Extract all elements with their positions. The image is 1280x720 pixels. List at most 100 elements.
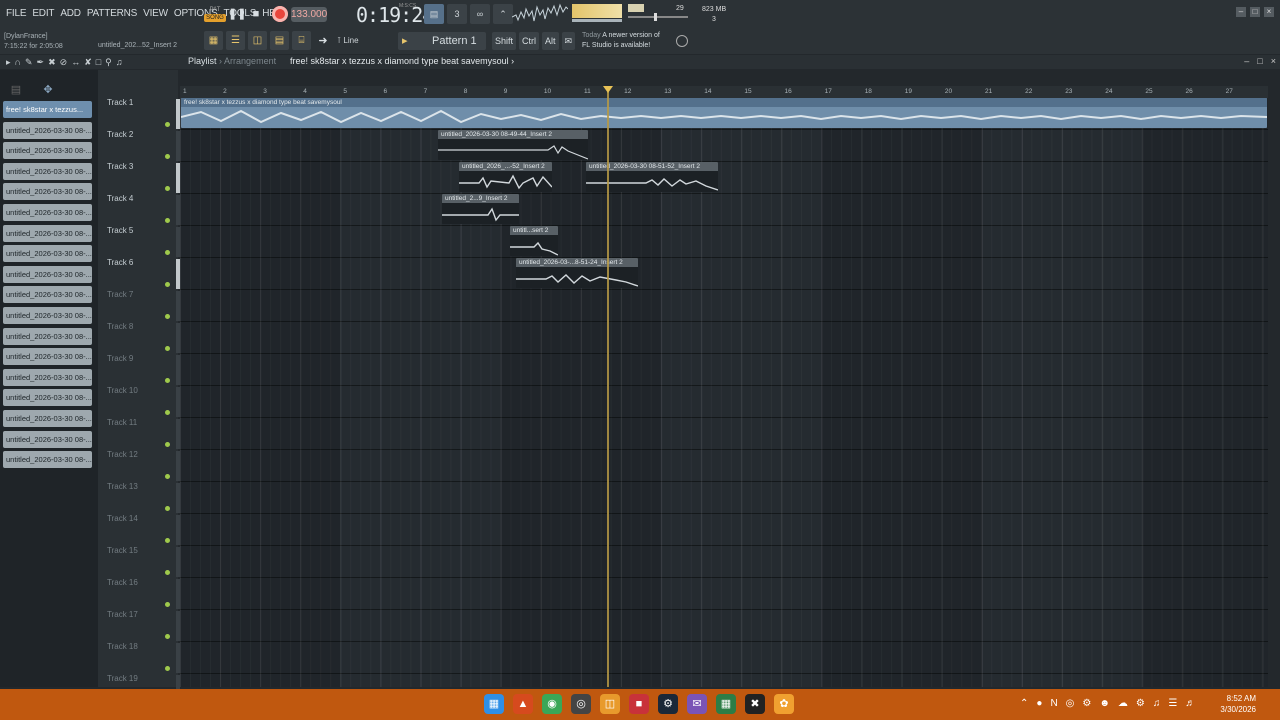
track-name[interactable]: Track 17 — [107, 610, 138, 642]
menu-view[interactable]: VIEW — [143, 8, 168, 19]
track-enable-led[interactable] — [165, 122, 170, 127]
playlist-close-icon[interactable]: × — [1271, 56, 1276, 66]
select-icon[interactable]: □ — [96, 57, 105, 67]
arrow-right-icon[interactable]: ➜ — [315, 33, 331, 49]
tray-app-icon[interactable]: ● — [1036, 698, 1042, 709]
discord-icon[interactable]: ☻ — [1099, 698, 1110, 709]
track-name[interactable]: Track 1 — [107, 98, 133, 130]
picker-clip[interactable]: free! sk8star x tezzus... — [3, 101, 92, 118]
mute-icon[interactable]: ⊘ — [60, 57, 72, 67]
tray-expand-icon[interactable]: ⌃ — [1020, 698, 1028, 709]
brave-icon[interactable]: ▲ — [513, 694, 533, 714]
piano-roll-icon[interactable]: ◫ — [248, 31, 267, 50]
menu-edit[interactable]: EDIT — [32, 8, 54, 19]
wifi-icon[interactable]: ☰ — [1168, 698, 1177, 709]
track-enable-led[interactable] — [165, 378, 170, 383]
chrome-icon[interactable]: ◉ — [542, 694, 562, 714]
mic-icon[interactable]: ♫ — [1153, 698, 1161, 709]
audio-clip[interactable]: untitled_2026_...-52_Insert 2 — [459, 162, 552, 192]
picker-clip[interactable]: untitled_2026-03-30 08-... — [3, 348, 92, 366]
step-edit-icon[interactable]: 3 — [447, 4, 467, 24]
news-icon[interactable]: ✉ — [561, 32, 576, 50]
track-name[interactable]: Track 2 — [107, 130, 133, 162]
blend-icon[interactable]: ⌃ — [493, 4, 513, 24]
track-enable-led[interactable] — [165, 282, 170, 287]
picker-clip[interactable]: untitled_2026-03-30 08-... — [3, 389, 92, 407]
maximize-icon[interactable]: □ — [1250, 7, 1260, 17]
playlist-icon[interactable]: ☰ — [226, 31, 245, 50]
picker-clip[interactable]: untitled_2026-03-30 08-... — [3, 142, 92, 160]
magnet-icon[interactable]: ∩ — [15, 57, 25, 67]
picker-clip[interactable]: untitled_2026-03-30 08-... — [3, 306, 92, 324]
track-enable-led[interactable] — [165, 250, 170, 255]
tray-obs-icon[interactable]: ◎ — [1066, 698, 1075, 709]
record-button[interactable] — [272, 6, 288, 22]
track-enable-led[interactable] — [165, 634, 170, 639]
tray-cloud-icon[interactable]: ☁ — [1118, 698, 1128, 709]
play-icon[interactable]: ▸ — [6, 57, 15, 67]
menu-patterns[interactable]: PATTERNS — [87, 8, 137, 19]
slip-icon[interactable]: ↔ — [71, 57, 84, 67]
playlist-song-name[interactable]: free! sk8star x tezzus x diamond type be… — [290, 56, 514, 66]
pat-song-toggle[interactable]: PAT SONG — [204, 6, 226, 24]
online-icon[interactable] — [676, 35, 688, 47]
picker-clip[interactable]: untitled_2026-03-30 08-... — [3, 409, 92, 427]
loop-record-icon[interactable]: ∞ — [470, 4, 490, 24]
channel-rack-icon[interactable]: ▦ — [204, 31, 223, 50]
snap-selector[interactable]: ⊺ Line — [337, 36, 359, 45]
arrangement-grid[interactable] — [180, 98, 1268, 687]
minimize-icon[interactable]: – — [1236, 7, 1246, 17]
metronome-icon[interactable]: ▤ — [424, 4, 444, 24]
track-name[interactable]: Track 10 — [107, 386, 138, 418]
track-name[interactable]: Track 15 — [107, 546, 138, 578]
move-icon[interactable]: ✥ — [40, 82, 56, 98]
obs-icon[interactable]: ◎ — [571, 694, 591, 714]
track-enable-led[interactable] — [165, 346, 170, 351]
paint-icon[interactable]: ✒ — [37, 57, 49, 67]
mail-icon[interactable]: ✉ — [687, 694, 707, 714]
master-volume[interactable] — [572, 19, 622, 22]
picker-clip[interactable]: untitled_2026-03-30 08-... — [3, 451, 92, 469]
picker-clip[interactable]: untitled_2026-03-30 08-... — [3, 430, 92, 448]
audio-clip[interactable]: untitled_2026-03-30 08-51-52_Insert 2 — [586, 162, 718, 192]
track-enable-led[interactable] — [165, 570, 170, 575]
volume-icon[interactable]: ♬ — [1185, 698, 1195, 709]
track-enable-led[interactable] — [165, 410, 170, 415]
audio-clip[interactable]: untitled_2...9_Insert 2 — [442, 194, 519, 224]
picker-clip[interactable]: untitled_2026-03-30 08-... — [3, 245, 92, 263]
app-icon[interactable]: ■ — [629, 694, 649, 714]
track-name[interactable]: Track 18 — [107, 642, 138, 674]
picker-clip[interactable]: untitled_2026-03-30 08-... — [3, 183, 92, 201]
tray-gear-icon[interactable]: ⚙ — [1136, 698, 1145, 709]
track-enable-led[interactable] — [165, 314, 170, 319]
picker-clip[interactable]: untitled_2026-03-30 08-... — [3, 162, 92, 180]
picker-clip[interactable]: untitled_2026-03-30 08-... — [3, 203, 92, 221]
mixer-icon[interactable]: ⌸ — [292, 31, 311, 50]
picker-clip[interactable]: untitled_2026-03-30 08-... — [3, 224, 92, 242]
picker-clip[interactable]: untitled_2026-03-30 08-... — [3, 265, 92, 283]
track-enable-led[interactable] — [165, 538, 170, 543]
playlist-minimize-icon[interactable]: – — [1244, 56, 1249, 66]
picker-clip[interactable]: untitled_2026-03-30 08-... — [3, 286, 92, 304]
menu-file[interactable]: FILE — [6, 8, 27, 19]
taskbar-clock[interactable]: 8:52 AM 3/30/2026 — [1220, 693, 1256, 715]
slice-icon[interactable]: ✘ — [84, 57, 96, 67]
audio-clip[interactable]: untitled_2026-03-...8-51-24_Insert 2 — [516, 258, 638, 288]
zoom-icon[interactable]: ⚲ — [105, 57, 116, 67]
playhead-marker[interactable] — [603, 86, 613, 93]
capcut-icon[interactable]: ✖ — [745, 694, 765, 714]
track-enable-led[interactable] — [165, 666, 170, 671]
speaker-icon[interactable]: ♫ — [116, 57, 127, 67]
track-name[interactable]: Track 12 — [107, 450, 138, 482]
picker-clip[interactable]: untitled_2026-03-30 08-... — [3, 121, 92, 139]
track-name[interactable]: Track 11 — [107, 418, 137, 450]
spreadsheet-icon[interactable]: ▦ — [716, 694, 736, 714]
audio-clip[interactable]: untitled_2026-03-30 08-49-44_Insert 2 — [438, 130, 588, 160]
track-name[interactable]: Track 5 — [107, 226, 133, 258]
audio-clip[interactable]: free! sk8star x tezzus x diamond type be… — [181, 98, 1267, 128]
tray-steam-icon[interactable]: ⚙ — [1082, 698, 1091, 709]
close-icon[interactable]: × — [1264, 7, 1274, 17]
pattern-selector[interactable]: ▸ Pattern 1 + — [398, 32, 486, 65]
picker-clip[interactable]: untitled_2026-03-30 08-... — [3, 327, 92, 345]
track-enable-led[interactable] — [165, 474, 170, 479]
